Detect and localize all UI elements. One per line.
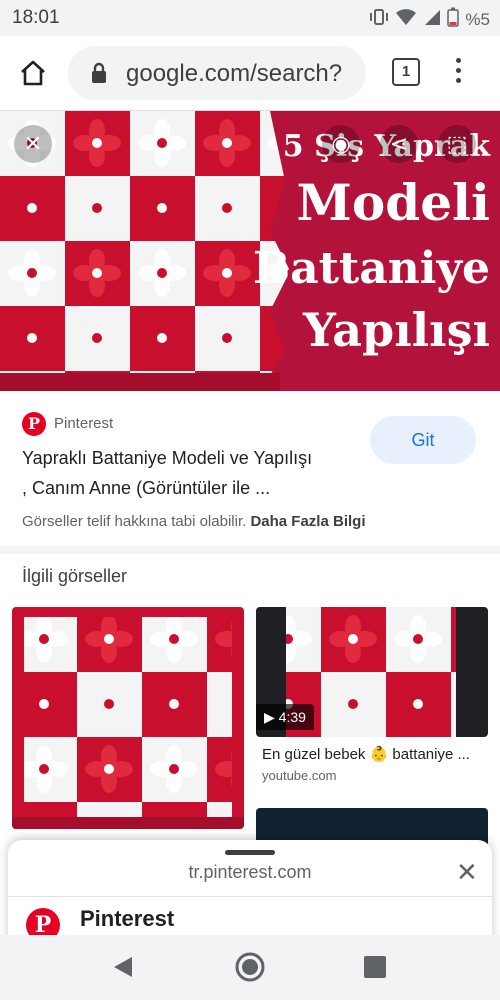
video-duration-badge: ▶ 4:39 [256, 704, 314, 730]
close-icon[interactable]: ✕ [456, 857, 478, 888]
recents-icon[interactable] [364, 956, 386, 983]
home-nav-icon[interactable] [234, 951, 266, 988]
drag-handle[interactable] [225, 850, 275, 855]
pinterest-logo-icon: P [22, 412, 46, 436]
back-icon[interactable] [112, 955, 134, 984]
bookmark-icon[interactable]: ⬚ [438, 125, 476, 163]
signal-icon [423, 8, 441, 31]
sheet-divider [8, 896, 492, 897]
browser-toolbar: google.com/search? 1 [0, 36, 500, 111]
status-time: 18:01 [12, 7, 60, 28]
battery-percent: %5 [465, 9, 490, 29]
preview-image[interactable]: 5 Şiş Yaprak Modeli Battaniye Yapılışı ✕… [0, 111, 500, 391]
result-title-line-2[interactable]: , Canım Anne (Görüntüler ile ... [22, 478, 270, 499]
source-name[interactable]: Pinterest [54, 415, 113, 432]
banner-line-2: Modeli [296, 173, 490, 232]
url-text: google.com/search? [126, 60, 343, 87]
video-duration: 4:39 [278, 709, 306, 725]
related-image-thumbnail[interactable] [12, 607, 244, 829]
sheet-page-title: Pinterest [80, 906, 175, 931]
banner-line-4: Yapılışı [302, 303, 490, 357]
wifi-icon [395, 8, 417, 31]
home-icon[interactable] [18, 58, 48, 88]
lock-icon [90, 62, 108, 89]
copyright-notice: Görseller telif hakkına tabi olabilir. D… [22, 513, 365, 530]
lens-icon[interactable]: ◉ [322, 125, 360, 163]
status-bar: 18:01 %5 [0, 0, 500, 36]
play-icon: ▶ [264, 709, 279, 725]
result-title-line-1[interactable]: Yapraklı Battaniye Modeli ve Yapılışı [22, 448, 312, 469]
address-bar[interactable]: google.com/search? [68, 46, 366, 100]
tab-switcher-button[interactable]: 1 [392, 58, 420, 86]
result-info: P Pinterest Git Yapraklı Battaniye Model… [0, 392, 500, 542]
section-divider [0, 546, 500, 554]
banner-line-3: Battaniye [252, 243, 490, 294]
close-icon[interactable]: ✕ [14, 125, 52, 163]
battery-icon [447, 7, 460, 32]
navigation-bar [0, 935, 500, 1000]
related-item-source: youtube.com [262, 768, 337, 783]
related-item-caption[interactable]: En güzel bebek 👶 battaniye ... [262, 745, 470, 763]
visit-button[interactable]: Git [370, 416, 476, 464]
sheet-url: tr.pinterest.com [188, 862, 312, 882]
copyright-text: Görseller telif hakkına tabi olabilir. [22, 513, 247, 530]
more-info-link[interactable]: Daha Fazla Bilgi [250, 513, 365, 530]
more-options-icon[interactable] [456, 58, 464, 88]
related-images-heading: İlgili görseller [22, 566, 128, 586]
share-icon[interactable]: ⋖ [380, 125, 418, 163]
vibrate-icon [369, 8, 389, 31]
